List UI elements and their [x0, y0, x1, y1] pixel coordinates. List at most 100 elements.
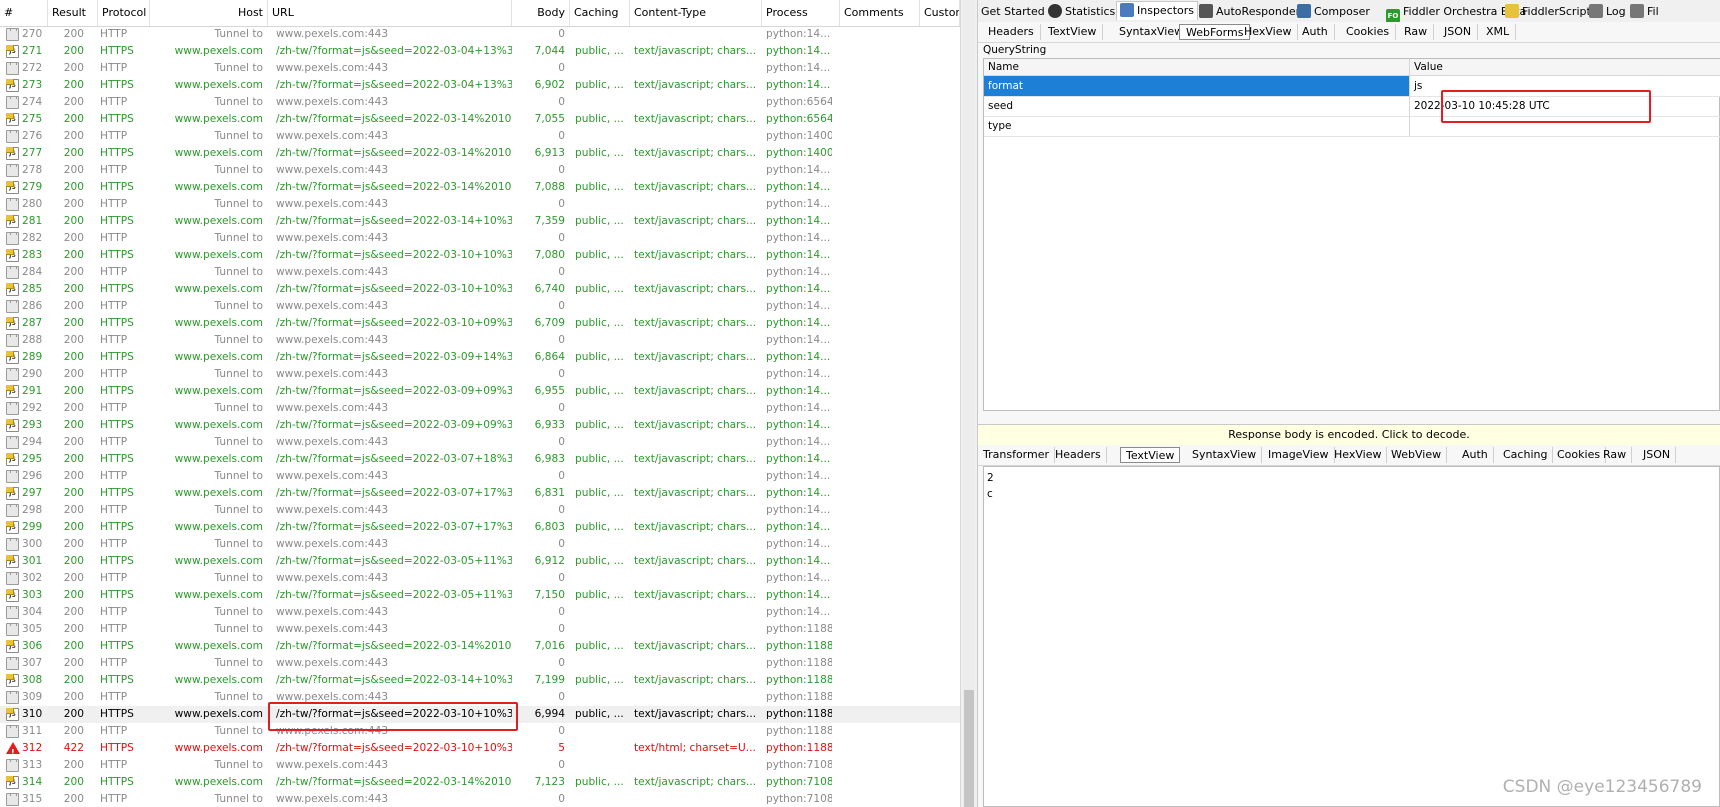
- session-row[interactable]: JS 295 200 HTTPS www.pexels.com/zh-tw/?forma…: [0, 451, 960, 468]
- session-row[interactable]: 284 200 HTTP Tunnel to www.pexels.com:443 0 py…: [0, 264, 960, 281]
- lock-icon: [6, 164, 20, 177]
- lock-icon: [6, 198, 20, 211]
- column-header[interactable]: Protocol: [98, 0, 150, 26]
- column-header[interactable]: #: [0, 0, 48, 26]
- session-row[interactable]: 278 200 HTTP Tunnel to www.pexels.com:443 0 py…: [0, 162, 960, 179]
- session-row[interactable]: JS 314 200 HTTPS www.pexels.com/zh-tw/?forma…: [0, 774, 960, 791]
- pane-divider[interactable]: [960, 0, 978, 807]
- session-row[interactable]: 282 200 HTTP Tunnel to www.pexels.com:443 0 py…: [0, 230, 960, 247]
- column-header[interactable]: Host: [150, 0, 268, 26]
- session-row[interactable]: 290 200 HTTP Tunnel to www.pexels.com:443 0 py…: [0, 366, 960, 383]
- session-row[interactable]: 270 200 HTTP Tunnel to www.pexels.com:443 0 py…: [0, 26, 960, 43]
- response-tab-hexview[interactable]: HexView: [1329, 447, 1388, 463]
- session-row[interactable]: JS 273 200 HTTPS www.pexels.com/zh-tw/?forma…: [0, 77, 960, 94]
- session-row[interactable]: JS 297 200 HTTPS www.pexels.com/zh-tw/?forma…: [0, 485, 960, 502]
- response-tab-headers[interactable]: Headers: [1050, 447, 1107, 463]
- session-row[interactable]: JS 306 200 HTTPS www.pexels.com/zh-tw/?forma…: [0, 638, 960, 655]
- caching: [575, 60, 633, 77]
- caching: [575, 723, 633, 740]
- col-value-header[interactable]: Value: [1414, 59, 1443, 75]
- response-tab-textview[interactable]: TextView: [1120, 447, 1181, 463]
- top-tab-statistics[interactable]: Statistics: [1048, 3, 1115, 21]
- session-row[interactable]: JS 303 200 HTTPS www.pexels.com/zh-tw/?forma…: [0, 587, 960, 604]
- process: python:14...: [766, 215, 831, 227]
- session-row[interactable]: 274 200 HTTP Tunnel to www.pexels.com:443 0 py…: [0, 94, 960, 111]
- column-header[interactable]: Content-Type: [630, 0, 762, 26]
- session-row[interactable]: JS 271 200 HTTPS www.pexels.com/zh-tw/?forma…: [0, 43, 960, 60]
- session-row[interactable]: 302 200 HTTP Tunnel to www.pexels.com:443 0 py…: [0, 570, 960, 587]
- response-tab-transformer[interactable]: Transformer: [978, 447, 1056, 463]
- request-tab-textview[interactable]: TextView: [1042, 24, 1104, 40]
- response-tab-json[interactable]: JSON: [1638, 447, 1677, 463]
- session-row[interactable]: JS 293 200 HTTPS www.pexels.com/zh-tw/?forma…: [0, 417, 960, 434]
- body-size: 0: [558, 300, 565, 312]
- session-row[interactable]: JS 275 200 HTTPS www.pexels.com/zh-tw/?forma…: [0, 111, 960, 128]
- response-tab-caching[interactable]: Caching: [1498, 447, 1554, 463]
- column-header[interactable]: Caching: [570, 0, 630, 26]
- session-row[interactable]: 307 200 HTTP Tunnel to www.pexels.com:443 0 py…: [0, 655, 960, 672]
- host: www.pexels.com: [174, 215, 263, 227]
- session-row[interactable]: 292 200 HTTP Tunnel to www.pexels.com:443 0 py…: [0, 400, 960, 417]
- session-row[interactable]: JS 285 200 HTTPS www.pexels.com/zh-tw/?forma…: [0, 281, 960, 298]
- session-row[interactable]: JS 287 200 HTTPS www.pexels.com/zh-tw/?forma…: [0, 315, 960, 332]
- session-row[interactable]: JS 279 200 HTTPS www.pexels.com/zh-tw/?forma…: [0, 179, 960, 196]
- session-row[interactable]: JS 301 200 HTTPS www.pexels.com/zh-tw/?forma…: [0, 553, 960, 570]
- response-tab-syntaxview[interactable]: SyntaxView: [1187, 447, 1263, 463]
- session-row[interactable]: 315 200 HTTP Tunnel to www.pexels.com:443 0 py…: [0, 791, 960, 807]
- session-row[interactable]: 305 200 HTTP Tunnel to www.pexels.com:443 0 py…: [0, 621, 960, 638]
- session-row[interactable]: 296 200 HTTP Tunnel to www.pexels.com:443 0 py…: [0, 468, 960, 485]
- column-header[interactable]: Body: [512, 0, 570, 26]
- request-tab-headers[interactable]: Headers: [982, 24, 1041, 40]
- response-tab-auth[interactable]: Auth: [1457, 447, 1494, 463]
- session-row[interactable]: 294 200 HTTP Tunnel to www.pexels.com:443 0 py…: [0, 434, 960, 451]
- column-header[interactable]: Comments: [840, 0, 920, 26]
- request-tab-cookies[interactable]: Cookies: [1340, 24, 1397, 40]
- session-row[interactable]: 298 200 HTTP Tunnel to www.pexels.com:443 0 py…: [0, 502, 960, 519]
- session-row[interactable]: 286 200 HTTP Tunnel to www.pexels.com:443 0 py…: [0, 298, 960, 315]
- session-row[interactable]: JS 299 200 HTTPS www.pexels.com/zh-tw/?forma…: [0, 519, 960, 536]
- session-row[interactable]: 276 200 HTTP Tunnel to www.pexels.com:443 0 py…: [0, 128, 960, 145]
- col-name-header[interactable]: Name: [988, 59, 1019, 75]
- result-code: 200: [63, 436, 84, 448]
- request-tab-auth[interactable]: Auth: [1296, 24, 1335, 40]
- column-header[interactable]: URL: [268, 0, 512, 26]
- response-textview[interactable]: 2c: [983, 466, 1720, 807]
- session-row[interactable]: 280 200 HTTP Tunnel to www.pexels.com:443 0 py…: [0, 196, 960, 213]
- session-row[interactable]: 304 200 HTTP Tunnel to www.pexels.com:443 0 py…: [0, 604, 960, 621]
- request-tab-xml[interactable]: XML: [1480, 24, 1517, 40]
- top-tab-fiddlerscript[interactable]: FiddlerScript: [1505, 3, 1591, 21]
- session-row[interactable]: JS 281 200 HTTPS www.pexels.com/zh-tw/?forma…: [0, 213, 960, 230]
- top-tab-fil[interactable]: Fil: [1630, 3, 1659, 21]
- column-header[interactable]: Custom: [920, 0, 960, 26]
- column-header[interactable]: Result: [48, 0, 98, 26]
- session-row[interactable]: JS 291 200 HTTPS www.pexels.com/zh-tw/?forma…: [0, 383, 960, 400]
- response-tab-raw[interactable]: Raw: [1598, 447, 1633, 463]
- session-row[interactable]: 300 200 HTTP Tunnel to www.pexels.com:443 0 py…: [0, 536, 960, 553]
- top-tab-inspectors[interactable]: Inspectors: [1116, 1, 1199, 20]
- request-tab-raw[interactable]: Raw: [1398, 24, 1435, 40]
- top-tab-log[interactable]: Log: [1589, 3, 1626, 21]
- top-tab-composer[interactable]: Composer: [1297, 3, 1370, 21]
- session-row[interactable]: 288 200 HTTP Tunnel to www.pexels.com:443 0 py…: [0, 332, 960, 349]
- content-type: [634, 655, 756, 672]
- session-row[interactable]: JS 283 200 HTTPS www.pexels.com/zh-tw/?forma…: [0, 247, 960, 264]
- session-row[interactable]: JS 289 200 HTTPS www.pexels.com/zh-tw/?forma…: [0, 349, 960, 366]
- session-row[interactable]: 272 200 HTTP Tunnel to www.pexels.com:443 0 py…: [0, 60, 960, 77]
- session-row[interactable]: JS 277 200 HTTPS www.pexels.com/zh-tw/?forma…: [0, 145, 960, 162]
- scrollbar-thumb[interactable]: [964, 690, 974, 807]
- protocol: HTTP: [100, 691, 128, 703]
- session-number: 275: [22, 113, 43, 125]
- request-tab-json[interactable]: JSON: [1438, 24, 1479, 40]
- top-tab-get-started[interactable]: Get Started: [981, 3, 1045, 21]
- session-row[interactable]: 313 200 HTTP Tunnel to www.pexels.com:443 0 py…: [0, 757, 960, 774]
- caching: [575, 740, 633, 757]
- request-tab-hexview[interactable]: HexView: [1238, 24, 1299, 40]
- session-row[interactable]: ! 312 422 HTTPS www.pexels.com/zh-tw/?format…: [0, 740, 960, 757]
- session-row[interactable]: JS 308 200 HTTPS www.pexels.com/zh-tw/?forma…: [0, 672, 960, 689]
- response-tab-webview[interactable]: WebView: [1386, 447, 1448, 463]
- response-tab-imageview[interactable]: ImageView: [1263, 447, 1335, 463]
- top-tab-autoresponder[interactable]: AutoResponder: [1199, 3, 1300, 21]
- scrollbar-track[interactable]: [963, 0, 975, 807]
- column-header[interactable]: Process: [762, 0, 840, 26]
- decode-notice-bar[interactable]: Response body is encoded. Click to decod…: [978, 424, 1720, 446]
